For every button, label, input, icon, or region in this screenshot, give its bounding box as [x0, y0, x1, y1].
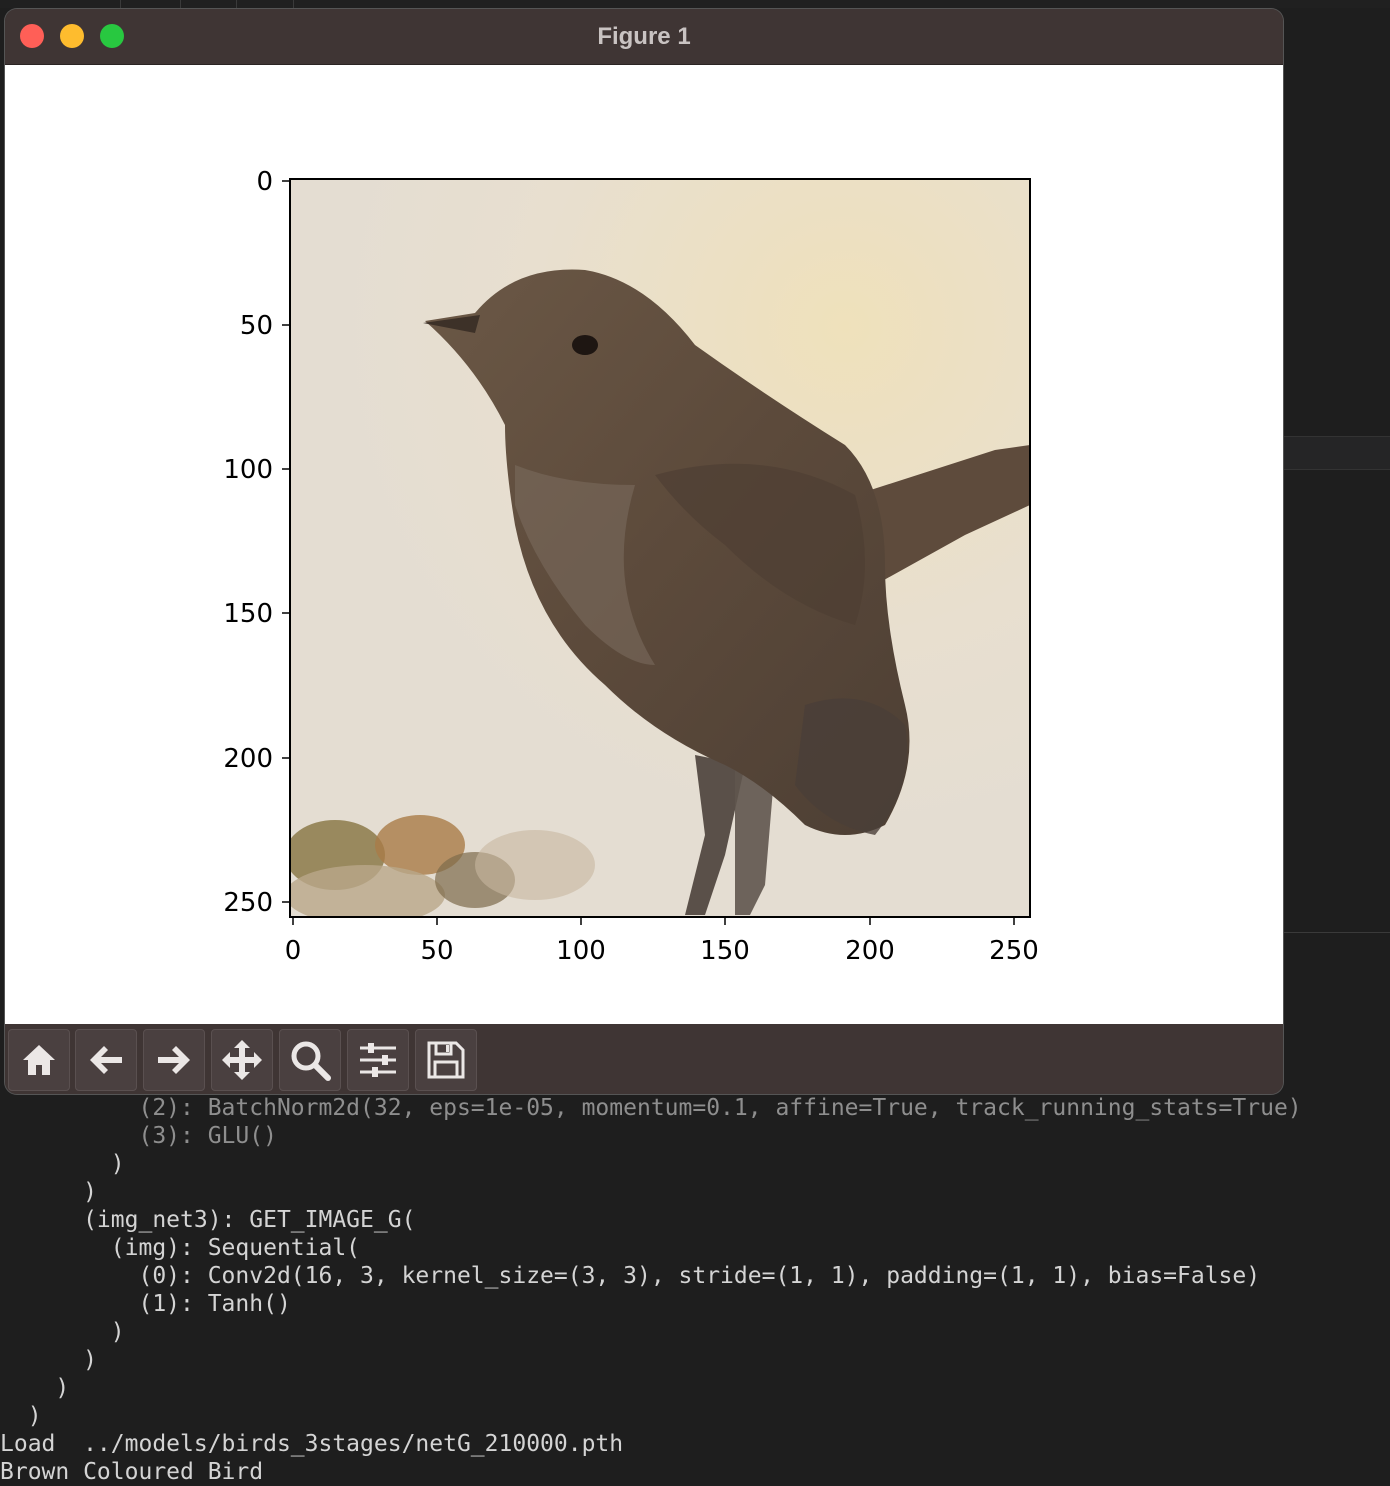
- magnifier-icon: [291, 1041, 331, 1081]
- arrow-right-icon: [158, 1046, 190, 1074]
- arrow-left-icon: [90, 1046, 122, 1074]
- figure-window: Figure 1 0 50 100 150 200 250 0 50 100 1…: [5, 9, 1283, 1094]
- x-tick-label: 0: [285, 936, 302, 966]
- y-tick-label: 150: [223, 599, 273, 629]
- x-tick-label: 150: [700, 936, 750, 966]
- forward-button[interactable]: [143, 1029, 205, 1091]
- background-divider: [236, 0, 237, 8]
- x-tick-label: 250: [989, 936, 1039, 966]
- console-line: ): [0, 1375, 70, 1401]
- x-tick-label: 100: [556, 936, 606, 966]
- window-title: Figure 1: [597, 23, 691, 50]
- navigation-toolbar: [5, 1024, 1283, 1094]
- console-line: Brown Coloured Bird: [0, 1459, 264, 1485]
- pan-button[interactable]: [211, 1029, 273, 1091]
- save-button[interactable]: [415, 1029, 477, 1091]
- console-line: ): [0, 1319, 125, 1345]
- back-button[interactable]: [75, 1029, 137, 1091]
- background-divider: [1283, 932, 1390, 933]
- configure-subplots-button[interactable]: [347, 1029, 409, 1091]
- console-line: (0): Conv2d(16, 3, kernel_size=(3, 3), s…: [0, 1263, 1261, 1289]
- console-line: (1): Tanh(): [0, 1291, 291, 1317]
- zoom-button[interactable]: [279, 1029, 341, 1091]
- floppy-disk-icon: [427, 1041, 465, 1079]
- y-tick-label: 200: [223, 744, 273, 774]
- bird-image: [290, 179, 1030, 917]
- y-tick-label: 100: [223, 455, 273, 485]
- background-editor-strip: [0, 0, 1390, 8]
- console-line: (3): GLU(): [0, 1123, 277, 1149]
- console-line: (img_net3): GET_IMAGE_G(: [0, 1207, 416, 1233]
- x-tick-label: 50: [420, 936, 453, 966]
- y-axis: 0 50 100 150 200 250: [223, 167, 290, 918]
- y-tick-label: 250: [223, 888, 273, 918]
- background-divider: [180, 0, 181, 8]
- plot-svg: 0 50 100 150 200 250 0 50 100 150 200 25…: [223, 167, 1039, 966]
- console-line: (2): BatchNorm2d(32, eps=1e-05, momentum…: [0, 1095, 1302, 1121]
- console-line: Load ../models/birds_3stages/netG_210000…: [0, 1431, 624, 1457]
- figure-canvas[interactable]: 0 50 100 150 200 250 0 50 100 150 200 25…: [5, 65, 1283, 1024]
- background-divider: [293, 0, 294, 8]
- home-icon: [23, 1045, 55, 1075]
- y-tick-label: 50: [240, 311, 273, 341]
- terminal-output: (2): BatchNorm2d(32, eps=1e-05, momentum…: [0, 1094, 1390, 1486]
- console-line: ): [0, 1179, 97, 1205]
- home-button[interactable]: [8, 1029, 70, 1091]
- x-axis: 0 50 100 150 200 250: [285, 917, 1039, 966]
- console-line: (img): Sequential(: [0, 1235, 361, 1261]
- y-tick-label: 0: [256, 167, 273, 197]
- background-panel: [1283, 436, 1390, 470]
- console-line: ): [0, 1403, 42, 1429]
- console-line: ): [0, 1151, 125, 1177]
- console-line: ): [0, 1347, 97, 1373]
- background-divider: [120, 0, 121, 8]
- title-bar: Figure 1: [5, 9, 1283, 65]
- move-icon: [222, 1040, 262, 1080]
- sliders-icon: [360, 1043, 396, 1077]
- x-tick-label: 200: [845, 936, 895, 966]
